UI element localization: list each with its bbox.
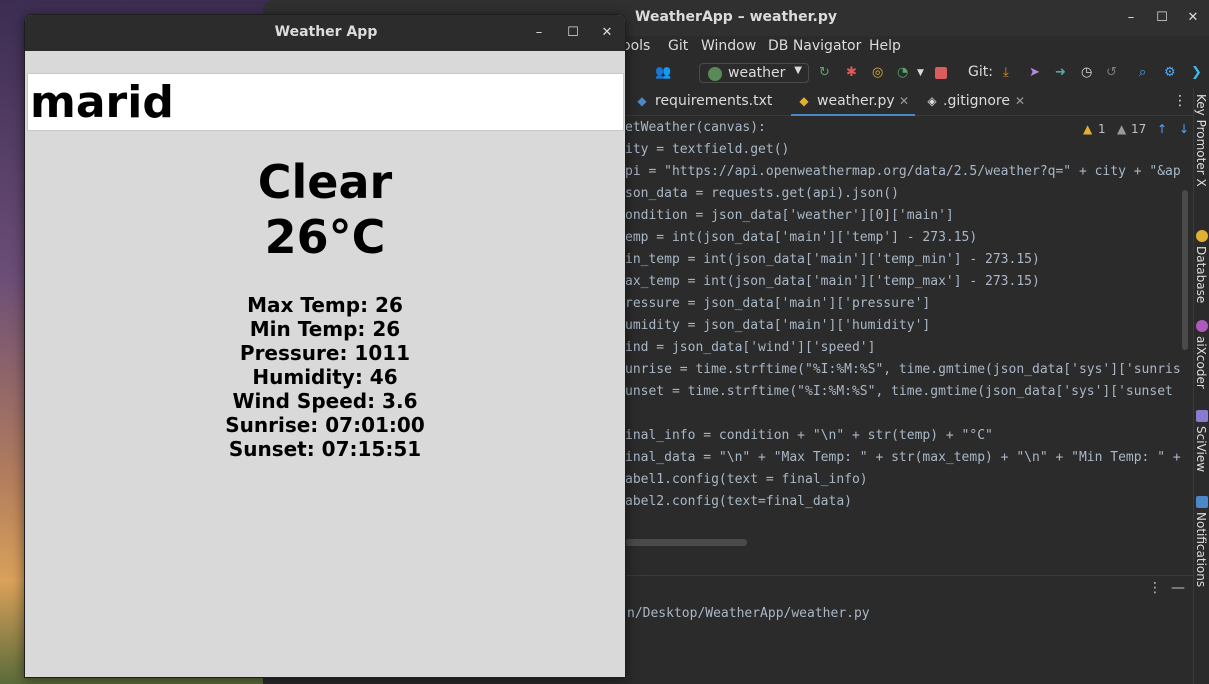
tab-label: .gitignore [943, 93, 1010, 109]
menu-git[interactable]: Git [668, 38, 688, 54]
database-icon [1196, 230, 1208, 242]
code-line: emp = int(json_data['main']['temp'] - 27… [625, 230, 978, 245]
humidity-label: Humidity: 46 [252, 365, 398, 389]
code-line: son_data = requests.get(api).json() [625, 186, 899, 201]
condition-label: Clear [257, 155, 393, 209]
side-tool-label: Database [1194, 246, 1208, 304]
tab-gitignore[interactable]: ◈ .gitignore ✕ [919, 88, 1029, 116]
profile-icon[interactable]: ◔ [897, 66, 908, 80]
gitignore-icon: ◈ [927, 94, 937, 108]
hide-panel-icon[interactable]: — [1171, 580, 1185, 596]
git-push-icon[interactable]: ➜ [1055, 66, 1066, 80]
close-icon[interactable]: ✕ [1015, 94, 1025, 108]
code-line: unrise = time.strftime("%I:%M:%S", time.… [625, 362, 1181, 377]
python-file-icon: ◆ [637, 94, 647, 108]
python-config-icon [708, 67, 722, 81]
side-tool-label: Notifications [1194, 512, 1208, 588]
code-line: pi = "https://api.openweathermap.org/dat… [625, 164, 1181, 179]
tool-aixcoder[interactable]: aiXcoder [1194, 320, 1209, 400]
code-line: inal_data = "\n" + "Max Temp: " + str(ma… [625, 450, 1181, 465]
rollback-icon[interactable]: ↺ [1106, 66, 1117, 80]
aixcoder-icon [1196, 320, 1208, 332]
run-config-label: weather [728, 65, 786, 81]
search-icon[interactable]: ⌕ [1139, 66, 1146, 80]
temperature-label: 26°C [264, 210, 386, 264]
side-tool-label: aiXcoder [1194, 336, 1208, 389]
git-commit-icon[interactable]: ➤ [1029, 66, 1040, 80]
code-line: abel1.config(text = final_info) [625, 472, 868, 487]
close-icon[interactable]: ✕ [597, 23, 617, 43]
city-input[interactable] [27, 73, 624, 131]
run-output-line: n/Desktop/WeatherApp/weather.py [627, 606, 870, 621]
minimize-icon[interactable]: – [529, 23, 549, 43]
tab-requirements[interactable]: ◆ requirements.txt [629, 88, 789, 116]
close-icon[interactable]: ✕ [1183, 8, 1203, 28]
weather-app-titlebar: Weather App – ☐ ✕ [25, 15, 625, 51]
weak-warning-count: 17 [1131, 122, 1147, 136]
menu-window[interactable]: Window [701, 38, 756, 54]
code-line: in_temp = int(json_data['main']['temp_mi… [625, 252, 1040, 267]
tab-label: requirements.txt [655, 93, 773, 109]
wind-speed-label: Wind Speed: 3.6 [232, 389, 418, 413]
tool-sciview[interactable]: SciView [1194, 410, 1209, 480]
run-config-selector[interactable]: weather ▼ [699, 63, 809, 83]
git-update-icon[interactable]: ⤓ [1003, 66, 1009, 80]
horizontal-scrollbar[interactable] [625, 539, 747, 546]
tool-database[interactable]: Database [1194, 230, 1209, 310]
code-line: etWeather(canvas): [625, 120, 766, 135]
coverage-icon[interactable]: ◎ [872, 66, 883, 80]
maximize-icon[interactable]: ☐ [1152, 8, 1172, 28]
next-highlight-icon[interactable]: ↓ [1179, 122, 1189, 136]
tab-label: weather.py [817, 93, 895, 109]
plugin-icon[interactable]: ❯ [1191, 66, 1202, 80]
sciview-icon [1196, 410, 1208, 422]
menu-tools[interactable]: ools [622, 38, 650, 54]
rerun-icon[interactable]: ↻ [819, 66, 830, 80]
weather-app-window: Weather App – ☐ ✕ Clear 26°C Max Temp: 2… [24, 14, 626, 678]
sunrise-label: Sunrise: 07:01:00 [225, 413, 425, 437]
max-temp-label: Max Temp: 26 [247, 293, 403, 317]
debug-icon[interactable]: ✱ [846, 66, 857, 80]
python-file-icon: ◆ [799, 94, 809, 108]
close-icon[interactable]: ✕ [899, 94, 909, 108]
min-temp-label: Min Temp: 26 [249, 317, 401, 341]
menu-help[interactable]: Help [869, 38, 901, 54]
warning-count: 1 [1098, 122, 1106, 136]
stop-icon[interactable] [935, 67, 947, 79]
tool-notifications[interactable]: Notifications [1194, 496, 1209, 596]
side-tool-label: SciView [1194, 426, 1208, 473]
prev-highlight-icon[interactable]: ↑ [1157, 122, 1167, 136]
code-line: ax_temp = int(json_data['main']['temp_ma… [625, 274, 1040, 289]
code-line: ity = textfield.get() [625, 142, 790, 157]
notifications-icon [1196, 496, 1208, 508]
tool-key-promoter[interactable]: Key Promoter X [1194, 94, 1209, 204]
side-tool-label: Key Promoter X [1194, 94, 1208, 187]
minimize-icon[interactable]: – [1121, 8, 1141, 28]
code-line: ind = json_data['wind']['speed'] [625, 340, 876, 355]
more-options-icon[interactable]: ⋮ [1148, 580, 1162, 596]
right-tool-strip: Key Promoter X Database aiXcoder SciView… [1193, 88, 1209, 684]
code-line: umidity = json_data['main']['humidity'] [625, 318, 931, 333]
warning-icon: ▲ [1083, 122, 1093, 136]
users-icon[interactable]: 👥 [655, 66, 671, 80]
more-run-chevron-icon[interactable]: ▼ [917, 66, 924, 80]
vertical-scrollbar[interactable] [1182, 190, 1188, 350]
sunset-label: Sunset: 07:15:51 [228, 437, 422, 461]
code-line: ondition = json_data['weather'][0]['main… [625, 208, 954, 223]
tab-weather[interactable]: ◆ weather.py ✕ [791, 88, 915, 116]
code-line: ressure = json_data['main']['pressure'] [625, 296, 931, 311]
menu-db-navigator[interactable]: DB Navigator [768, 38, 861, 54]
code-line: unset = time.strftime("%I:%M:%S", time.g… [625, 384, 1173, 399]
code-line: abel2.config(text=final_data) [625, 494, 852, 509]
history-icon[interactable]: ◷ [1081, 66, 1092, 80]
maximize-icon[interactable]: ☐ [563, 23, 583, 43]
chevron-down-icon: ▼ [794, 65, 802, 76]
git-label: Git: [968, 64, 993, 80]
weak-warning-icon: ▲ [1117, 122, 1127, 136]
code-line: inal_info = condition + "\n" + str(temp)… [625, 428, 993, 443]
settings-icon[interactable]: ⚙ [1164, 66, 1176, 80]
tabs-more-icon[interactable]: ⋮ [1173, 93, 1187, 109]
pressure-label: Pressure: 1011 [239, 341, 411, 365]
